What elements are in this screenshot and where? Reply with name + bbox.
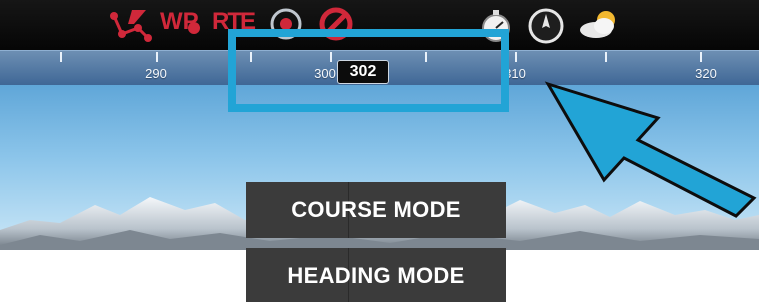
heading-mode-label: HEADING MODE (287, 263, 465, 288)
ruler-label: 290 (145, 66, 167, 81)
waypoint-icon[interactable]: WP (160, 6, 206, 46)
ruler-tick (700, 52, 702, 62)
pointer-arrow-icon (544, 81, 757, 218)
app-screen: WP RTE 290 300 310 320 302 COURSE MODE H… (0, 0, 759, 302)
course-mode-label: COURSE MODE (291, 197, 461, 222)
waypoint-pin-icon (188, 22, 200, 34)
compass-icon[interactable] (526, 6, 566, 46)
weather-icon[interactable] (576, 6, 622, 46)
ruler-tick (156, 52, 158, 62)
highlight-box (228, 29, 509, 112)
heading-mode-button[interactable]: HEADING MODE (246, 248, 506, 302)
ruler-tick (605, 52, 607, 62)
track-edit-icon[interactable] (108, 6, 154, 46)
course-mode-button[interactable]: COURSE MODE (246, 182, 506, 238)
ruler-tick (515, 52, 517, 62)
ruler-tick (60, 52, 62, 62)
